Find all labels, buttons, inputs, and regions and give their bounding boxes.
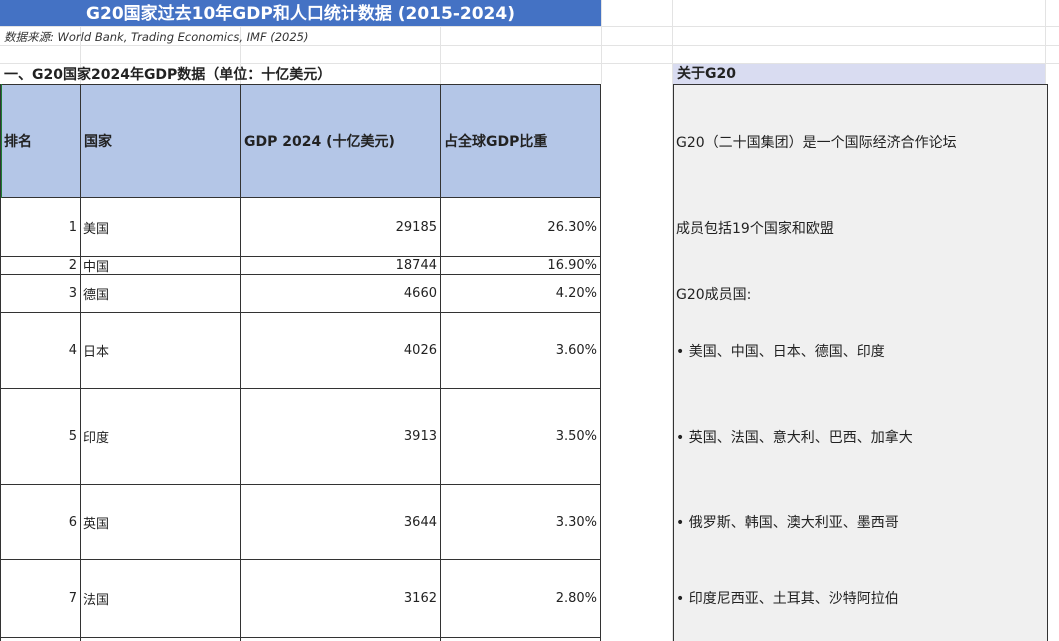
header-rank[interactable]: 排名 bbox=[0, 84, 81, 198]
table-row-gdp[interactable]: 3162 bbox=[240, 560, 440, 637]
about-line-list-3[interactable]: • 俄罗斯、韩国、澳大利亚、墨西哥 bbox=[676, 512, 899, 532]
table-row-country[interactable]: 德国 bbox=[80, 275, 240, 312]
table-row-country[interactable]: 英国 bbox=[80, 485, 240, 559]
about-line-list-1[interactable]: • 美国、中国、日本、德国、印度 bbox=[676, 341, 885, 361]
table-row-gdp[interactable]: 29185 bbox=[240, 199, 440, 256]
table-row-country[interactable]: 美国 bbox=[80, 199, 240, 256]
about-line-list-4[interactable]: • 印度尼西亚、土耳其、沙特阿拉伯 bbox=[676, 588, 899, 608]
table-row-country[interactable]: 法国 bbox=[80, 560, 240, 637]
about-line-members-heading[interactable]: G20成员国: bbox=[676, 284, 751, 304]
table-row-rank[interactable]: 4 bbox=[0, 313, 80, 388]
header-country[interactable]: 国家 bbox=[81, 84, 241, 198]
table-row-share[interactable]: 16.90% bbox=[440, 257, 600, 274]
about-line-members[interactable]: 成员包括19个国家和欧盟 bbox=[676, 218, 834, 238]
table-row-gdp[interactable]: 3644 bbox=[240, 485, 440, 559]
table-row-gdp[interactable]: 4660 bbox=[240, 275, 440, 312]
table-row-country[interactable]: 印度 bbox=[80, 389, 240, 484]
about-g20-panel[interactable] bbox=[673, 84, 1048, 641]
header-share[interactable]: 占全球GDP比重 bbox=[441, 84, 601, 198]
table-row-gdp[interactable]: 3913 bbox=[240, 389, 440, 484]
section-title[interactable]: 一、G20国家2024年GDP数据（单位：十亿美元） bbox=[4, 65, 331, 85]
data-source-note[interactable]: 数据来源: World Bank, Trading Economics, IMF… bbox=[4, 29, 308, 45]
about-g20-heading[interactable]: 关于G20 bbox=[673, 64, 1045, 85]
about-line-intro[interactable]: G20（二十国集团）是一个国际经济合作论坛 bbox=[676, 132, 957, 152]
table-row-rank[interactable]: 7 bbox=[0, 560, 80, 637]
table-row-rank[interactable]: 3 bbox=[0, 275, 80, 312]
table-row-rank[interactable]: 1 bbox=[0, 199, 80, 256]
about-line-list-2[interactable]: • 英国、法国、意大利、巴西、加拿大 bbox=[676, 427, 913, 447]
table-row-share[interactable]: 3.30% bbox=[440, 485, 600, 559]
table-row-country[interactable]: 中国 bbox=[80, 257, 240, 275]
table-row-country[interactable]: 日本 bbox=[80, 313, 240, 388]
table-row-share[interactable]: 4.20% bbox=[440, 275, 600, 312]
table-row-share[interactable]: 3.50% bbox=[440, 389, 600, 484]
table-row-rank[interactable]: 6 bbox=[0, 485, 80, 559]
table-row-gdp[interactable]: 18744 bbox=[240, 257, 440, 274]
table-row-share[interactable]: 26.30% bbox=[440, 199, 600, 256]
table-row-gdp[interactable]: 4026 bbox=[240, 313, 440, 388]
table-row-share[interactable]: 3.60% bbox=[440, 313, 600, 388]
sheet-title[interactable]: G20国家过去10年GDP和人口统计数据 (2015-2024) bbox=[0, 0, 601, 26]
table-row-share[interactable]: 2.80% bbox=[440, 560, 600, 637]
header-gdp[interactable]: GDP 2024 (十亿美元) bbox=[241, 84, 441, 198]
table-row-rank[interactable]: 2 bbox=[0, 257, 80, 274]
table-row-rank[interactable]: 5 bbox=[0, 389, 80, 484]
